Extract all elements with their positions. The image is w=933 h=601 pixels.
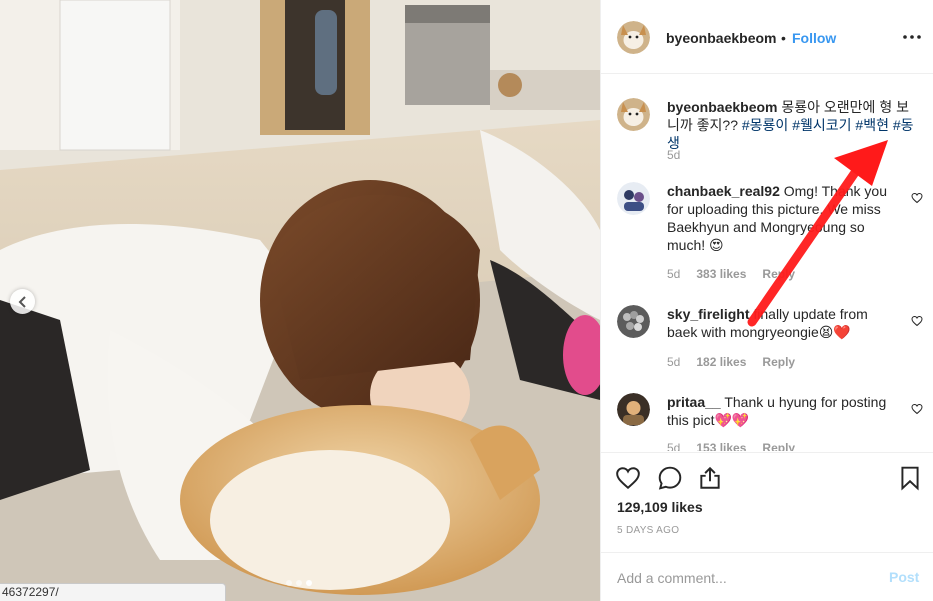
comment-time[interactable]: 5d [667, 355, 680, 369]
corgi-avatar-image [617, 98, 650, 131]
carousel-dot-active [306, 580, 312, 586]
carousel-prev-button[interactable] [10, 289, 35, 314]
owner-avatar[interactable] [617, 21, 650, 54]
comment-text: pritaa__ Thank u hyung for posting this … [667, 393, 899, 429]
comment-text: sky_firelight finally update from baek w… [667, 305, 899, 341]
post-photo[interactable]: 46372297/ [0, 0, 600, 601]
comment-text: chanbaek_real92 Omg! Thank you for uploa… [667, 182, 899, 254]
comment-username[interactable]: sky_firelight [667, 306, 749, 322]
avatar-image [617, 182, 650, 215]
reply-button[interactable]: Reply [762, 355, 795, 369]
post-comment-button[interactable]: Post [889, 569, 919, 585]
comment-item: pritaa__ Thank u hyung for posting this … [601, 393, 933, 451]
post-sidebar: byeonbaekbeom • Follow byeonbaekbeom 몽룡아… [600, 0, 933, 601]
caption-avatar[interactable] [617, 98, 650, 131]
reply-button[interactable]: Reply [762, 441, 795, 451]
commenter-avatar[interactable] [617, 182, 650, 215]
comment-like-icon[interactable] [911, 403, 923, 415]
comment-likes[interactable]: 182 likes [696, 355, 746, 369]
comment-meta: 5d 153 likes Reply [667, 441, 795, 451]
avatar-image [617, 305, 650, 338]
share-icon[interactable] [697, 465, 723, 491]
photo-scene [0, 0, 600, 601]
comment-meta: 5d 182 likes Reply [667, 355, 795, 369]
caption-text: byeonbaekbeom 몽룡아 오랜만에 형 보니까 좋지?? #몽룡이 #… [667, 98, 919, 152]
comment-meta: 5d 383 likes Reply [667, 267, 795, 281]
separator-dot: • [781, 30, 786, 46]
heart-icon[interactable] [615, 465, 641, 491]
comment-time[interactable]: 5d [667, 267, 680, 281]
comment-likes[interactable]: 153 likes [696, 441, 746, 451]
follow-button[interactable]: Follow [792, 30, 836, 46]
likes-count[interactable]: 129,109 likes [617, 499, 703, 515]
owner-username[interactable]: byeonbaekbeom [666, 30, 776, 46]
bookmark-icon[interactable] [897, 465, 923, 491]
hashtag[interactable]: #웰시코기 [792, 117, 851, 133]
carousel-dot [296, 580, 302, 586]
commenter-avatar[interactable] [617, 393, 650, 426]
commenter-avatar[interactable] [617, 305, 650, 338]
post-timestamp[interactable]: 5 DAYS AGO [617, 525, 679, 536]
comment-time[interactable]: 5d [667, 441, 680, 451]
post-header: byeonbaekbeom • Follow [601, 0, 933, 74]
comment-input[interactable] [617, 568, 867, 588]
carousel-dot [286, 580, 292, 586]
comment-username[interactable]: pritaa__ [667, 394, 721, 410]
comment-username[interactable]: chanbaek_real92 [667, 183, 780, 199]
comment-likes[interactable]: 383 likes [696, 267, 746, 281]
corgi-avatar-image [617, 21, 650, 54]
caption-time[interactable]: 5d [667, 148, 680, 162]
comment-like-icon[interactable] [911, 315, 923, 327]
comment-icon[interactable] [657, 465, 683, 491]
reply-button[interactable]: Reply [762, 267, 795, 281]
more-options-icon[interactable] [901, 28, 923, 46]
chevron-left-icon [18, 295, 26, 308]
post-actions: 129,109 likes 5 DAYS AGO Post [601, 452, 933, 601]
caption-username[interactable]: byeonbaekbeom [667, 99, 777, 115]
hashtag[interactable]: #백현 [855, 117, 889, 133]
status-url: 46372297/ [0, 583, 226, 601]
add-comment-box: Post [601, 552, 933, 601]
caption-meta: 5d [667, 148, 680, 162]
avatar-image [617, 393, 650, 426]
hashtag[interactable]: #몽룡이 [742, 117, 788, 133]
comment-like-icon[interactable] [911, 192, 923, 204]
carousel-indicator [286, 580, 312, 586]
